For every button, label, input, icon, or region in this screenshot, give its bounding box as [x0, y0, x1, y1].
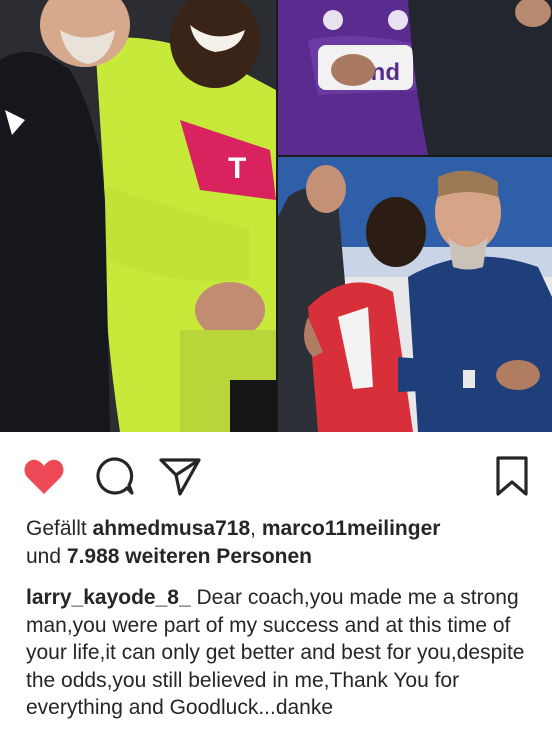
photo-coach-yellow-kit[interactable]: T	[0, 0, 276, 432]
heart-shape	[24, 459, 64, 494]
kit-telekom-logo: T	[228, 152, 246, 185]
liker-username-2[interactable]: marco11meilinger	[262, 517, 441, 540]
likes-prefix: Gefällt	[26, 517, 87, 540]
caption-username[interactable]: larry_kayode_8_	[26, 586, 191, 609]
likes-and: und	[26, 545, 62, 568]
bookmark-icon[interactable]	[490, 454, 534, 498]
photo-collage[interactable]: T und	[0, 0, 552, 432]
photo-coach-red-kit[interactable]	[278, 157, 552, 432]
post-actions-bar	[0, 432, 552, 512]
comment-icon[interactable]	[92, 454, 136, 498]
liker-username-1[interactable]: ahmedmusa718	[93, 517, 251, 540]
likes-count-link[interactable]: 7.988 weiteren Personen	[67, 545, 312, 568]
likes-summary: Gefällt ahmedmusa718, marco11meilinger u…	[26, 515, 536, 571]
heart-icon[interactable]	[22, 454, 66, 498]
photo-coach-purple-kit[interactable]: und	[278, 0, 552, 155]
likes-separator: ,	[250, 517, 256, 540]
post-caption: larry_kayode_8_ Dear coach,you made me a…	[26, 584, 538, 722]
share-icon[interactable]	[158, 454, 202, 498]
